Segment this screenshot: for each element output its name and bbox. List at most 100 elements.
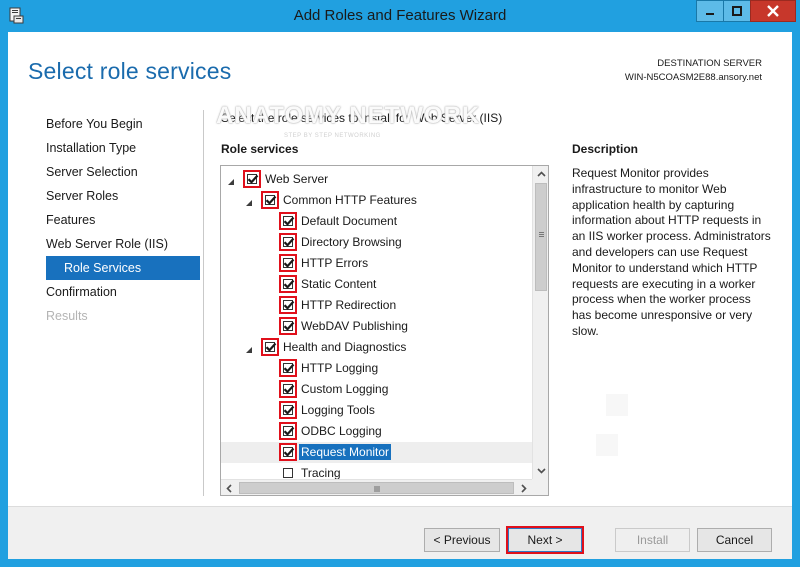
maximize-button[interactable]	[723, 0, 751, 22]
wizard-nav: Before You Begin Installation Type Serve…	[38, 112, 200, 328]
expand-arrow-icon[interactable]	[227, 175, 235, 185]
tree-item-label: Static Content	[301, 277, 377, 291]
wizard-footer: < Previous Next > Install Cancel	[8, 506, 792, 559]
watermark: ANATOMY NETWORK	[216, 102, 481, 129]
install-button: Install	[615, 528, 690, 552]
tree-item-label: HTTP Logging	[301, 361, 379, 375]
nav-divider	[203, 110, 204, 496]
tree-item-label: Request Monitor	[299, 444, 392, 460]
vertical-scroll-thumb[interactable]	[535, 183, 547, 291]
scroll-left-icon[interactable]	[221, 480, 238, 495]
tree-item-label: HTTP Errors	[301, 256, 369, 270]
destination-server-info: DESTINATION SERVER WIN-N5COASM2E88.ansor…	[625, 57, 762, 85]
checkbox[interactable]	[279, 443, 297, 461]
checkbox[interactable]	[279, 401, 297, 419]
nav-item-confirmation[interactable]: Confirmation	[38, 280, 200, 304]
expand-arrow-icon[interactable]	[245, 196, 253, 206]
scroll-up-icon[interactable]	[533, 166, 548, 183]
ghost-square	[606, 394, 628, 416]
tree-row-common-http-features[interactable]: Common HTTP Features	[221, 190, 532, 211]
check-icon	[283, 321, 295, 331]
tree-item-label: HTTP Redirection	[301, 298, 397, 312]
checkbox[interactable]	[279, 233, 297, 251]
checkbox[interactable]	[279, 275, 297, 293]
checkbox[interactable]	[279, 254, 297, 272]
description-text: Request Monitor provides infrastructure …	[572, 166, 771, 338]
tree-row-request-monitor[interactable]: Request Monitor	[221, 442, 532, 463]
check-icon	[283, 426, 295, 436]
checkbox[interactable]	[279, 422, 297, 440]
scroll-right-icon[interactable]	[515, 480, 532, 495]
maximize-icon	[732, 6, 742, 16]
check-icon	[283, 384, 295, 394]
checkbox[interactable]	[279, 212, 297, 230]
minimize-icon	[706, 13, 714, 15]
tree-row-static-content[interactable]: Static Content	[221, 274, 532, 295]
tree-item-label: Custom Logging	[301, 382, 389, 396]
check-icon	[283, 300, 295, 310]
check-icon	[283, 279, 295, 289]
nav-item-before-you-begin[interactable]: Before You Begin	[38, 112, 200, 136]
tree-item-label: WebDAV Publishing	[301, 319, 408, 333]
tree-row-tracing[interactable]: Tracing	[221, 463, 532, 479]
checkbox[interactable]	[279, 359, 297, 377]
destination-server-name: WIN-N5COASM2E88.ansory.net	[624, 72, 762, 83]
tree-item-label: ODBC Logging	[301, 424, 382, 438]
tree-item-label: Default Document	[301, 214, 398, 228]
destination-server-label: DESTINATION SERVER	[657, 58, 762, 69]
checkbox[interactable]	[261, 191, 279, 209]
page-title: Select role services	[28, 58, 232, 84]
checkbox[interactable]	[279, 464, 297, 479]
checkbox[interactable]	[279, 317, 297, 335]
next-button[interactable]: Next >	[508, 528, 582, 552]
tree-row-webdav-publishing[interactable]: WebDAV Publishing	[221, 316, 532, 337]
watermark-subtext: STEP BY STEP NETWORKING	[284, 133, 381, 139]
horizontal-scrollbar[interactable]	[221, 479, 532, 495]
minimize-button[interactable]	[696, 0, 724, 22]
nav-item-web-server-role[interactable]: Web Server Role (IIS)	[38, 232, 200, 256]
close-icon	[767, 5, 779, 17]
horizontal-scroll-thumb[interactable]	[239, 482, 514, 494]
tree-row-default-document[interactable]: Default Document	[221, 211, 532, 232]
previous-button[interactable]: < Previous	[424, 528, 500, 552]
tree-row-http-redirection[interactable]: HTTP Redirection	[221, 295, 532, 316]
close-button[interactable]	[750, 0, 796, 22]
tree-row-http-logging[interactable]: HTTP Logging	[221, 358, 532, 379]
nav-item-server-selection[interactable]: Server Selection	[38, 160, 200, 184]
checkbox[interactable]	[279, 296, 297, 314]
nav-item-role-services[interactable]: Role Services	[46, 256, 200, 280]
description-heading: Description	[572, 142, 639, 156]
checkbox[interactable]	[279, 380, 297, 398]
tree-row-directory-browsing[interactable]: Directory Browsing	[221, 232, 532, 253]
title-bar[interactable]: Add Roles and Features Wizard	[0, 0, 800, 32]
role-services-heading: Role services	[221, 142, 299, 156]
check-icon	[283, 258, 295, 268]
checkbox[interactable]	[261, 338, 279, 356]
nav-item-installation-type[interactable]: Installation Type	[38, 136, 200, 160]
check-icon	[265, 195, 277, 205]
tree-row-odbc-logging[interactable]: ODBC Logging	[221, 421, 532, 442]
wizard-window: Add Roles and Features Wizard Select rol…	[0, 0, 800, 567]
expand-arrow-icon[interactable]	[245, 343, 253, 353]
scroll-down-icon[interactable]	[533, 462, 548, 479]
tree-viewport: Web Server Common HTTP Features Default Do…	[221, 166, 532, 479]
ghost-square	[596, 434, 618, 456]
role-services-tree: Web Server Common HTTP Features Default Do…	[220, 165, 549, 496]
cancel-button[interactable]: Cancel	[697, 528, 772, 552]
tree-item-label: Directory Browsing	[301, 235, 402, 249]
nav-item-features[interactable]: Features	[38, 208, 200, 232]
tree-item-label: Health and Diagnostics	[283, 340, 407, 354]
vertical-scrollbar[interactable]	[532, 166, 548, 479]
tree-row-health-and-diagnostics[interactable]: Health and Diagnostics	[221, 337, 532, 358]
tree-item-label: Tracing	[301, 466, 341, 479]
check-icon	[283, 237, 295, 247]
tree-row-custom-logging[interactable]: Custom Logging	[221, 379, 532, 400]
tree-row-http-errors[interactable]: HTTP Errors	[221, 253, 532, 274]
tree-row-web-server[interactable]: Web Server	[221, 169, 532, 190]
window-title: Add Roles and Features Wizard	[293, 7, 507, 24]
checkbox[interactable]	[243, 170, 261, 188]
check-icon	[283, 363, 295, 373]
tree-row-logging-tools[interactable]: Logging Tools	[221, 400, 532, 421]
wizard-client-area: Select role services DESTINATION SERVER …	[8, 32, 792, 559]
nav-item-server-roles[interactable]: Server Roles	[38, 184, 200, 208]
